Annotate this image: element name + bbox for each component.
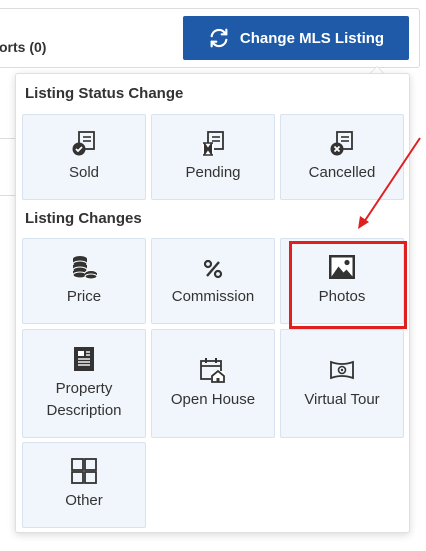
tile-label: Commission [171, 288, 255, 305]
tile-sold[interactable]: Sold [22, 114, 146, 200]
tile-cancelled[interactable]: Cancelled [280, 114, 404, 200]
change-mls-listing-label: Change MLS Listing [239, 29, 385, 47]
sold-icon [70, 130, 98, 156]
refresh-icon [210, 28, 228, 48]
calendar-house-icon [199, 357, 227, 383]
coins-icon [69, 254, 99, 280]
panorama-icon [328, 357, 356, 383]
tile-price[interactable]: Price [22, 238, 146, 324]
change-listing-dropdown: Listing Status Change Sold Pending Cance… [15, 73, 410, 533]
change-mls-listing-button[interactable]: Change MLS Listing [183, 16, 409, 60]
grid-icon [70, 458, 98, 484]
cancelled-icon [328, 130, 356, 156]
tile-commission[interactable]: Commission [151, 238, 275, 324]
pending-icon [199, 130, 227, 156]
reports-label[interactable]: orts (0) [0, 39, 46, 55]
tile-other[interactable]: Other [22, 442, 146, 528]
tile-label: Other [65, 492, 103, 509]
tile-pending[interactable]: Pending [151, 114, 275, 200]
photo-icon [328, 254, 356, 280]
reports-count: (0) [29, 39, 47, 55]
tile-label: Photos [318, 288, 366, 305]
tile-open-house[interactable]: Open House [151, 329, 275, 438]
listing-status-change-title: Listing Status Change [25, 85, 184, 102]
tile-label: Pending [185, 164, 241, 181]
tile-label: Cancelled [308, 164, 376, 181]
tile-photos[interactable]: Photos [280, 238, 404, 324]
tile-label: Sold [68, 164, 100, 181]
listing-changes-title: Listing Changes [25, 210, 142, 227]
tile-label: Open House [170, 390, 256, 408]
tile-label: Property Description [46, 379, 122, 419]
tile-virtual-tour[interactable]: Virtual Tour [280, 329, 404, 438]
tile-property-description[interactable]: Property Description [22, 329, 146, 438]
percent-icon [202, 254, 224, 280]
tile-label: Virtual Tour [304, 390, 380, 408]
document-icon [73, 346, 95, 372]
reports-label-text: orts [0, 39, 26, 55]
tile-label: Price [66, 288, 102, 305]
